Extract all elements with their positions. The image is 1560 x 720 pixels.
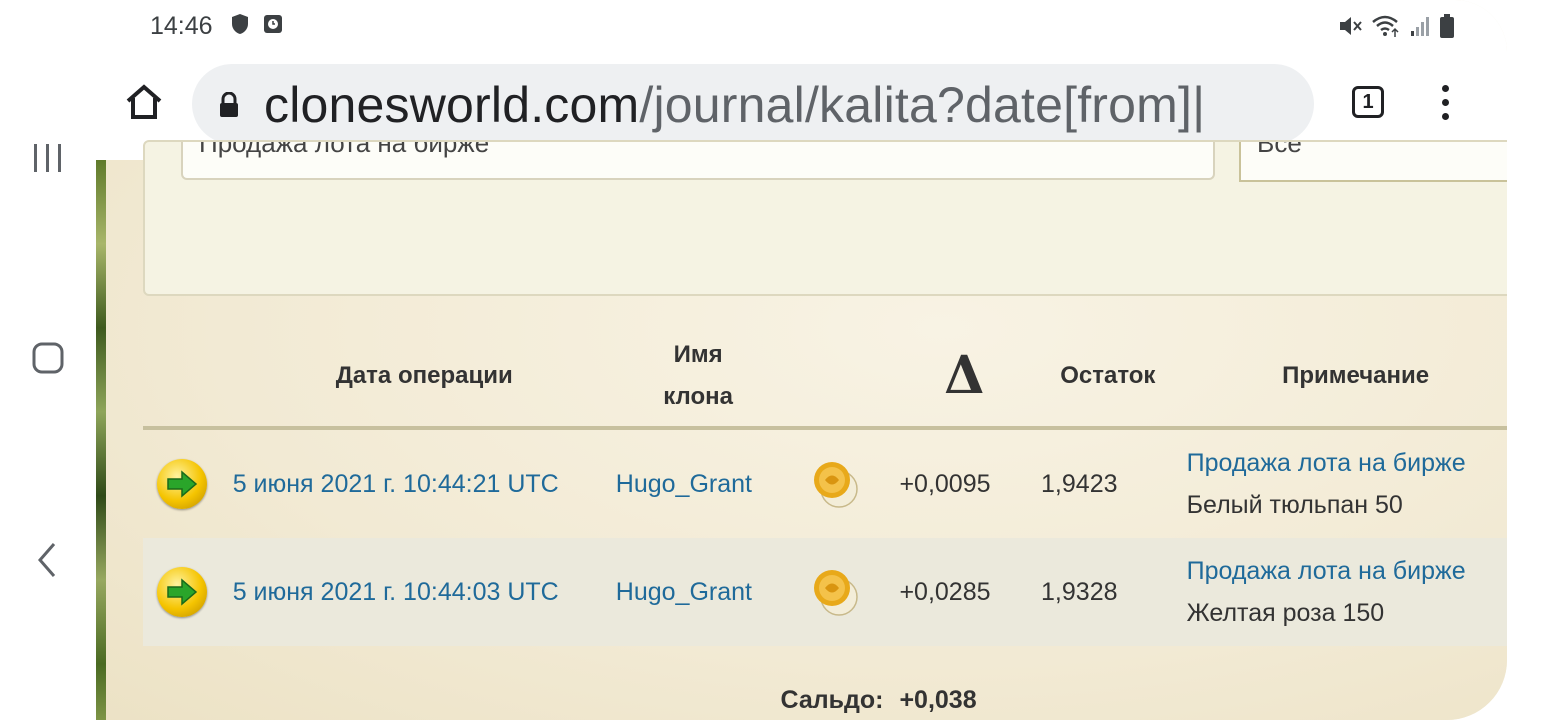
back-nav-button[interactable] <box>0 540 96 580</box>
shield-icon <box>232 14 248 34</box>
note-text: Желтая роза 150 <box>1186 599 1385 627</box>
header-note: Примечание <box>1282 362 1430 389</box>
wifi-icon <box>1372 15 1399 37</box>
row-rest: 1,9423 <box>1041 469 1118 498</box>
home-nav-icon <box>32 342 64 374</box>
url-text: clonesworld.com/journal/kalita?date[from… <box>264 76 1205 134</box>
header-clone-line2: клона <box>663 383 733 410</box>
table-row: 5 июня 2021 г. 10:44:03 UTC Hugo_Grant +… <box>143 538 1507 646</box>
saldo-row: Сальдо: +0,038 <box>143 646 1507 720</box>
header-clone: Имя клона <box>616 326 781 428</box>
note-text: Белый тюльпан 50 <box>1186 491 1403 519</box>
note-link[interactable]: Продажа лота на бирже <box>1187 550 1507 592</box>
saldo-label: Сальдо: <box>780 685 884 714</box>
header-icon-col <box>143 326 221 428</box>
menu-dot-icon <box>1442 99 1449 106</box>
income-arrow-icon <box>156 567 207 617</box>
system-nav-bar <box>0 0 96 720</box>
row-delta: +0,0095 <box>899 469 991 498</box>
table-row: 5 июня 2021 г. 10:44:21 UTC Hugo_Grant +… <box>143 428 1507 538</box>
clone-name-link[interactable]: Hugo_Grant <box>616 470 752 498</box>
device-frame <box>1500 0 1560 720</box>
row-date-cell: 5 июня 2021 г. 10:44:21 UTC <box>221 428 616 538</box>
status-bar: 14:46 <box>96 0 1507 52</box>
row-coin-cell <box>780 538 892 646</box>
row-clone-cell: Hugo_Grant <box>615 538 781 646</box>
coins-icon <box>811 567 861 617</box>
phone-screen: 14:46 clonesworld.com/journal/kalita?dat… <box>96 0 1507 720</box>
operation-type-select[interactable]: Продажа лота на бирже <box>181 142 1215 180</box>
row-clone-cell: Hugo_Grant <box>616 428 781 538</box>
filter-panel: Продажа лота на бирже Все <box>143 140 1507 296</box>
header-delta: Δ <box>944 345 985 406</box>
signal-icon <box>1411 17 1429 36</box>
operation-date-link[interactable]: 5 июня 2021 г. 10:44:21 UTC <box>233 470 559 498</box>
back-icon <box>38 543 56 577</box>
tab-switcher-button[interactable]: 1 <box>1352 86 1384 118</box>
mute-icon <box>1340 17 1362 35</box>
header-date: Дата операции <box>335 362 513 389</box>
row-date-cell: 5 июня 2021 г. 10:44:03 UTC <box>220 538 616 646</box>
status-time: 14:46 <box>150 12 213 40</box>
coins-icon <box>811 459 861 509</box>
battery-icon <box>1440 14 1454 38</box>
table-header-row: Дата операции Имя клона Δ Остаток Примеч… <box>143 326 1507 428</box>
browser-menu-button[interactable] <box>1442 85 1449 120</box>
operation-date-link[interactable]: 5 июня 2021 г. 10:44:03 UTC <box>233 578 559 606</box>
row-rest: 1,9328 <box>1029 538 1175 646</box>
secondary-filter-select[interactable]: Все <box>1239 142 1507 182</box>
header-rest: Остаток <box>1060 362 1156 389</box>
saldo-value: +0,038 <box>899 685 977 714</box>
url-path: /journal/kalita?date[from]| <box>639 77 1206 133</box>
header-coin-col <box>780 326 891 428</box>
home-icon <box>126 84 162 119</box>
income-arrow-icon <box>156 459 207 509</box>
decorative-leaf-border <box>96 160 106 720</box>
row-coin-cell <box>780 428 891 538</box>
row-delta: +0,0285 <box>891 538 1030 646</box>
page-content: Продажа лота на бирже Все Дата операции … <box>96 140 1507 720</box>
menu-dot-icon <box>1442 113 1449 120</box>
clock-app-icon <box>264 15 282 33</box>
row-type-cell <box>143 538 221 646</box>
operation-type-value: Продажа лота на бирже <box>199 142 490 158</box>
note-link[interactable]: Продажа лота на бирже <box>1187 442 1507 484</box>
recents-button[interactable] <box>0 140 96 176</box>
lock-icon <box>220 92 238 117</box>
row-type-cell <box>143 428 221 538</box>
clone-name-link[interactable]: Hugo_Grant <box>616 578 752 606</box>
secondary-filter-value: Все <box>1257 142 1302 158</box>
row-note-cell: Продажа лота на бирже Белый тюльпан 50 <box>1175 428 1507 538</box>
url-domain: clonesworld.com <box>264 77 640 133</box>
address-bar[interactable]: clonesworld.com/journal/kalita?date[from… <box>192 64 1314 144</box>
menu-dot-icon <box>1442 85 1449 92</box>
recents-icon <box>34 144 61 172</box>
header-clone-line1: Имя <box>673 341 723 368</box>
journal-table: Дата операции Имя клона Δ Остаток Примеч… <box>143 326 1507 720</box>
row-note-cell: Продажа лота на бирже Желтая роза 150 <box>1174 538 1507 646</box>
home-nav-button[interactable] <box>0 340 96 376</box>
browser-home-button[interactable] <box>124 82 164 127</box>
